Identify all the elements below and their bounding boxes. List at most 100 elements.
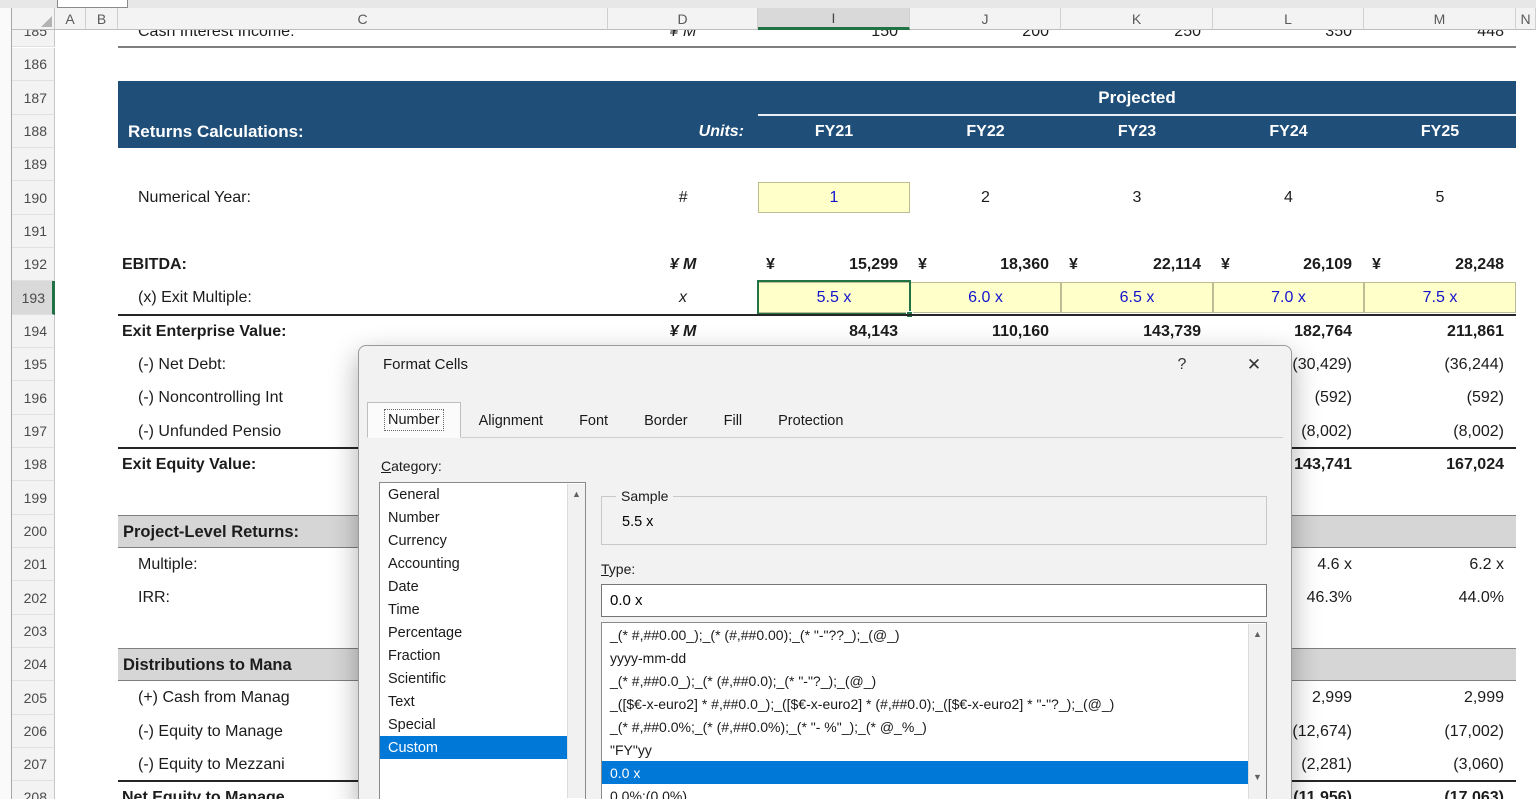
category-item-accounting[interactable]: Accounting bbox=[380, 552, 585, 575]
column-header-i[interactable]: I bbox=[758, 8, 910, 30]
year-header-fy24[interactable]: FY24 bbox=[1213, 115, 1364, 148]
format-code-item-1[interactable]: yyyy-mm-dd bbox=[602, 646, 1266, 669]
help-icon[interactable]: ? bbox=[1165, 352, 1199, 378]
category-item-scientific[interactable]: Scientific bbox=[380, 667, 585, 690]
row-label-194[interactable]: Exit Enterprise Value: bbox=[122, 315, 608, 348]
type-input[interactable]: 0.0 x bbox=[601, 584, 1267, 617]
category-item-date[interactable]: Date bbox=[380, 575, 585, 598]
close-icon[interactable]: ✕ bbox=[1237, 352, 1271, 378]
cell-K185[interactable]: 250 bbox=[1061, 30, 1201, 47]
cell-M190[interactable]: 5 bbox=[1364, 181, 1516, 215]
select-all-corner[interactable] bbox=[12, 8, 55, 30]
column-header-b[interactable]: B bbox=[86, 8, 118, 30]
cell-I190[interactable]: 1 bbox=[758, 181, 910, 215]
year-header-fy23[interactable]: FY23 bbox=[1061, 115, 1213, 148]
scroll-up-icon[interactable]: ▲ bbox=[568, 489, 585, 499]
cell-M202[interactable]: 44.0% bbox=[1364, 581, 1504, 615]
row-header-193[interactable]: 193 bbox=[12, 281, 55, 315]
row-header-191[interactable]: 191 bbox=[12, 215, 55, 248]
row-header-195[interactable]: 195 bbox=[12, 348, 55, 381]
cell-units-190[interactable]: # bbox=[608, 181, 758, 215]
cell-M201[interactable]: 6.2 x bbox=[1364, 548, 1504, 581]
scroll-down-icon[interactable]: ▼ bbox=[1249, 772, 1266, 782]
format-code-item-3[interactable]: _([$€-x-euro2] * #,##0.0_);_([$€-x-euro2… bbox=[602, 692, 1266, 715]
category-item-percentage[interactable]: Percentage bbox=[380, 621, 585, 644]
row-header-206[interactable]: 206 bbox=[12, 715, 55, 748]
row-header-192[interactable]: 192 bbox=[12, 248, 55, 281]
year-header-fy21[interactable]: FY21 bbox=[758, 115, 910, 148]
cell-units-185[interactable]: ¥ M bbox=[608, 30, 758, 47]
row-header-197[interactable]: 197 bbox=[12, 415, 55, 448]
units-column-label[interactable]: Units: bbox=[608, 115, 744, 148]
category-item-currency[interactable]: Currency bbox=[380, 529, 585, 552]
category-item-number[interactable]: Number bbox=[380, 506, 585, 529]
cell-units-192[interactable]: ¥ M bbox=[608, 248, 758, 281]
column-header-l[interactable]: L bbox=[1213, 8, 1364, 30]
year-header-fy22[interactable]: FY22 bbox=[910, 115, 1061, 148]
column-header-d[interactable]: D bbox=[608, 8, 758, 30]
row-label-185[interactable]: Cash Interest Income: bbox=[138, 30, 438, 47]
category-item-fraction[interactable]: Fraction bbox=[380, 644, 585, 667]
column-header-a[interactable]: A bbox=[55, 8, 86, 30]
row-header-202[interactable]: 202 bbox=[12, 581, 55, 615]
cell-J194[interactable]: 110,160 bbox=[910, 315, 1049, 348]
row-header-208[interactable]: 208 bbox=[12, 781, 55, 799]
cell-L194[interactable]: 182,764 bbox=[1213, 315, 1352, 348]
cell-L193[interactable]: 7.0 x bbox=[1213, 281, 1364, 315]
row-header-207[interactable]: 207 bbox=[12, 748, 55, 781]
tab-protection[interactable]: Protection bbox=[760, 404, 861, 437]
scroll-up-icon[interactable]: ▲ bbox=[1249, 629, 1266, 639]
format-code-item-0[interactable]: _(* #,##0.00_);_(* (#,##0.00);_(* "-"??_… bbox=[602, 623, 1266, 646]
tab-alignment[interactable]: Alignment bbox=[461, 404, 561, 437]
row-header-187[interactable]: 187 bbox=[12, 81, 55, 115]
cell-M198[interactable]: 167,024 bbox=[1364, 448, 1504, 481]
row-header-200[interactable]: 200 bbox=[12, 515, 55, 548]
row-header-196[interactable]: 196 bbox=[12, 381, 55, 415]
row-header-203[interactable]: 203 bbox=[12, 615, 55, 648]
cell-M208[interactable]: (17,063) bbox=[1364, 781, 1504, 799]
row-label-193[interactable]: (x) Exit Multiple: bbox=[138, 281, 608, 315]
row-header-186[interactable]: 186 bbox=[12, 48, 55, 81]
format-code-item-6[interactable]: 0.0 x bbox=[602, 761, 1266, 784]
column-header-k[interactable]: K bbox=[1061, 8, 1213, 30]
cell-M205[interactable]: 2,999 bbox=[1364, 681, 1504, 715]
row-header-199[interactable]: 199 bbox=[12, 481, 55, 515]
row-header-189[interactable]: 189 bbox=[12, 148, 55, 181]
row-header-190[interactable]: 190 bbox=[12, 181, 55, 215]
tab-fill[interactable]: Fill bbox=[706, 404, 761, 437]
cell-M206[interactable]: (17,002) bbox=[1364, 715, 1504, 748]
cell-M207[interactable]: (3,060) bbox=[1364, 748, 1504, 781]
row-header-204[interactable]: 204 bbox=[12, 648, 55, 681]
cell-L190[interactable]: 4 bbox=[1213, 181, 1364, 215]
cell-M193[interactable]: 7.5 x bbox=[1364, 281, 1516, 315]
format-code-item-2[interactable]: _(* #,##0.0_);_(* (#,##0.0);_(* "-"?_);_… bbox=[602, 669, 1266, 692]
cell-units-193[interactable]: x bbox=[608, 281, 758, 315]
cell-M185[interactable]: 448 bbox=[1364, 30, 1504, 47]
row-header-205[interactable]: 205 bbox=[12, 681, 55, 715]
category-item-special[interactable]: Special bbox=[380, 713, 585, 736]
row-header-188[interactable]: 188 bbox=[12, 115, 55, 148]
category-item-time[interactable]: Time bbox=[380, 598, 585, 621]
cell-K190[interactable]: 3 bbox=[1061, 181, 1213, 215]
tab-border[interactable]: Border bbox=[626, 404, 706, 437]
cell-M197[interactable]: (8,002) bbox=[1364, 415, 1504, 448]
category-item-text[interactable]: Text bbox=[380, 690, 585, 713]
cell-M195[interactable]: (36,244) bbox=[1364, 348, 1504, 381]
returns-calculations-title[interactable]: Returns Calculations: bbox=[128, 115, 508, 148]
category-item-custom[interactable]: Custom bbox=[380, 736, 585, 759]
format-code-item-7[interactable]: 0.0%;(0.0%) bbox=[602, 784, 1266, 799]
row-label-190[interactable]: Numerical Year: bbox=[138, 181, 608, 215]
column-header-c[interactable]: C bbox=[118, 8, 608, 30]
cell-units-194[interactable]: ¥ M bbox=[608, 315, 758, 348]
row-header-201[interactable]: 201 bbox=[12, 548, 55, 581]
format-code-item-5[interactable]: "FY"yy bbox=[602, 738, 1266, 761]
column-header-m[interactable]: M bbox=[1364, 8, 1516, 30]
category-scrollbar[interactable]: ▲ bbox=[567, 484, 585, 798]
cell-J190[interactable]: 2 bbox=[910, 181, 1061, 215]
format-code-scrollbar[interactable]: ▲ ▼ bbox=[1248, 624, 1266, 799]
cell-I185[interactable]: 150 bbox=[758, 30, 898, 47]
column-header-j[interactable]: J bbox=[910, 8, 1061, 30]
cell-M196[interactable]: (592) bbox=[1364, 381, 1504, 415]
row-label-192[interactable]: EBITDA: bbox=[122, 248, 608, 281]
cell-K194[interactable]: 143,739 bbox=[1061, 315, 1201, 348]
